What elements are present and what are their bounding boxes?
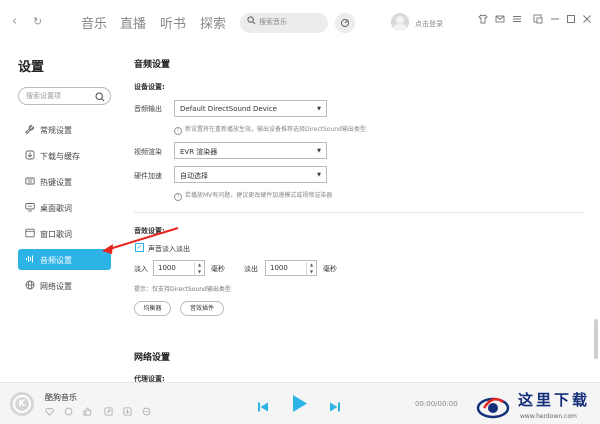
like-icon[interactable] [83, 407, 92, 418]
song-title: 酷狗音乐 [45, 393, 77, 402]
watermark-logo [476, 397, 510, 419]
next-track-icon[interactable] [329, 398, 341, 417]
share-icon[interactable] [104, 407, 113, 418]
annotation-arrow [102, 227, 179, 254]
watermark-title: 这里下载 [518, 391, 591, 409]
watermark-url: www.herdown.com [520, 413, 577, 420]
watermark: 这里下载 www.herdown.com [472, 384, 600, 424]
heart-icon[interactable] [45, 407, 54, 418]
comment-icon[interactable] [64, 407, 73, 418]
more-icon[interactable] [142, 407, 151, 418]
download-icon[interactable] [123, 407, 132, 418]
playback-time: 00:00/00:00 [415, 400, 458, 408]
kugou-logo: K [10, 392, 34, 416]
previous-track-icon[interactable] [257, 398, 269, 417]
play-icon[interactable] [292, 394, 308, 417]
